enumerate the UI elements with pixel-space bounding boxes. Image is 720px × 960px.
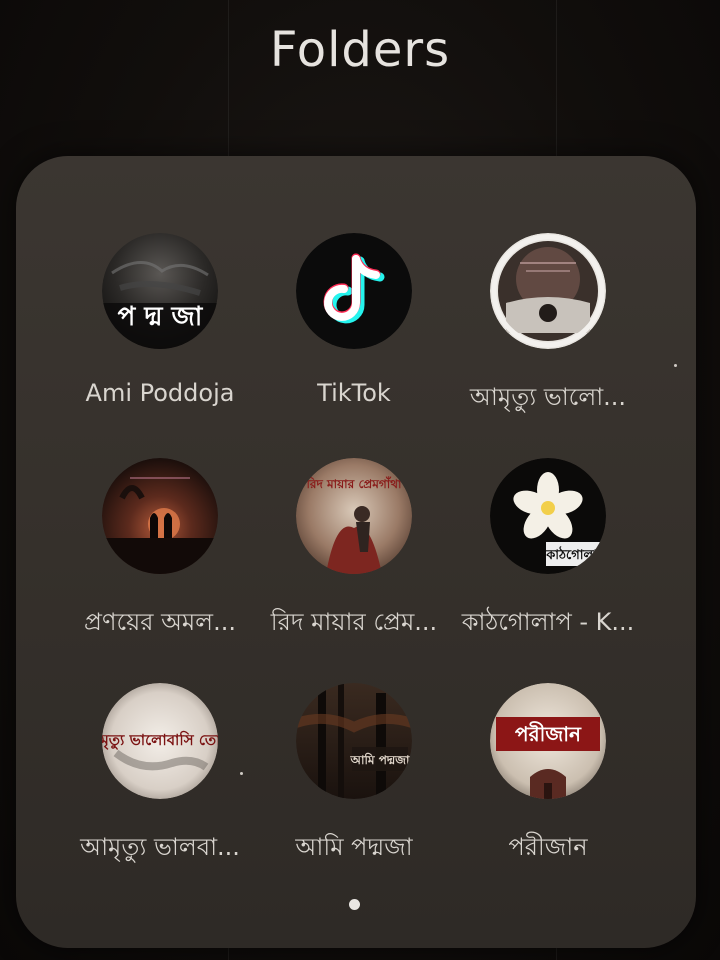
page-indicator-dot [349, 899, 360, 910]
amrittu-bhalobasi-icon[interactable]: আমৃত্যু ভালোবাসি তোকে [102, 683, 218, 799]
app-kathgolap[interactable]: কাঠগোলাপ কাঠগোলাপ - K... [433, 458, 663, 644]
kathgolap-icon[interactable]: কাঠগোলাপ [490, 458, 606, 574]
folder-panel: প দ্ম জা Ami Poddoja TikTok আমৃত্যু ভালো… [16, 156, 696, 948]
logo-text: কাঠগোলাপ [545, 546, 606, 563]
folder-screen: Folders প দ্ম জা Ami Poddoja TikTok আমৃত… [0, 0, 720, 960]
tiktok-icon[interactable] [296, 233, 412, 349]
dust-speck [240, 772, 243, 775]
porijan-icon[interactable]: পরীজান [490, 683, 606, 799]
folder-title[interactable]: Folders [0, 22, 720, 78]
ami-poddoja-bn-icon[interactable]: আমি পদ্মজা [296, 683, 412, 799]
logo-text: পরীজান [515, 721, 582, 746]
rid-mayar-prem-icon[interactable]: রিদ মায়ার প্রেমগাঁথা [296, 458, 412, 574]
dust-speck [674, 364, 677, 367]
logo-text: রিদ মায়ার প্রেমগাঁথা [305, 476, 402, 491]
logo-text: প দ্ম জা [118, 302, 204, 332]
logo-text: আমি পদ্মজা [350, 752, 411, 767]
app-amrittu-bhalo[interactable]: আমৃত্যু ভালো... [433, 233, 663, 419]
pronoyer-omol-icon[interactable] [102, 458, 218, 574]
app-label: পরীজান [508, 833, 588, 861]
amrittu-bhalo-icon[interactable] [490, 233, 606, 349]
logo-text: আমৃত্যু ভালোবাসি তোকে [102, 730, 218, 751]
app-label: কাঠগোলাপ - K... [461, 608, 635, 636]
ami-poddoja-icon[interactable]: প দ্ম জা [102, 233, 218, 349]
app-porijan[interactable]: পরীজান পরীজান [433, 683, 663, 869]
app-label: আমৃত্যু ভালো... [469, 383, 627, 411]
